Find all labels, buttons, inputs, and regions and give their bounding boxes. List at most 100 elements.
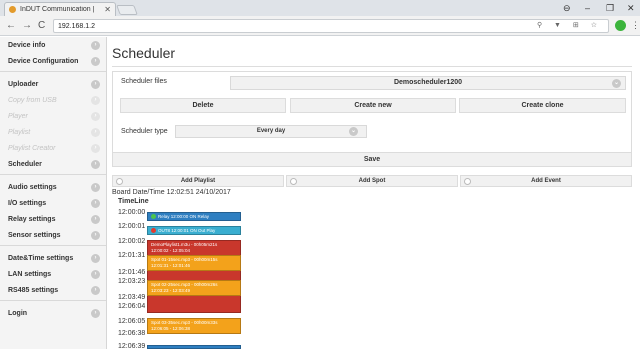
forward-button[interactable]: → — [22, 20, 32, 32]
timeline-time-label: 12:03:23 — [118, 278, 146, 285]
sidebar-item-label: LAN settings — [8, 271, 52, 278]
reload-button[interactable]: C — [38, 20, 45, 32]
timeline-time-label: 12:06:05 — [118, 318, 146, 325]
sidebar-item-date-time-settings[interactable]: Date&Time settings › — [0, 252, 106, 265]
add-playlist-button[interactable]: Add Playlist — [112, 175, 284, 187]
sidebar-item-label: Device info — [8, 42, 46, 49]
timeline-event-text: Spot 03-35sec.mp3 - 00h00m33s — [151, 320, 218, 325]
chevron-right-icon: › — [91, 199, 100, 208]
sidebar-divider — [0, 174, 106, 177]
sidebar-item-audio-settings[interactable]: Audio settings › — [0, 181, 106, 194]
sidebar-item-device-info[interactable]: Device info › — [0, 39, 106, 52]
timeline-time-label: 12:06:04 — [118, 303, 146, 310]
sidebar-item-label: Audio settings — [8, 184, 57, 191]
new-tab-button[interactable] — [116, 5, 138, 15]
add-spot-button[interactable]: Add Spot — [286, 175, 458, 187]
save-button[interactable]: Save — [112, 152, 632, 167]
sidebar-item-label: Playlist — [8, 129, 31, 136]
timeline-actions: Add Playlist Add Spot Add Event — [112, 175, 632, 187]
chevron-right-icon: › — [91, 144, 100, 153]
chevron-right-icon: › — [91, 286, 100, 295]
timeline-time-label: 12:01:31 — [118, 252, 146, 259]
add-spot-label: Add Spot — [358, 178, 386, 184]
browser-toolbar: ← → C ⚲ ▼ ⊞ ☆ ⋮ — [0, 16, 640, 36]
add-icon — [464, 178, 471, 185]
timeline-time-label: 12:00:00 — [118, 209, 146, 216]
timeline-time-label: 12:06:38 — [118, 330, 146, 337]
sidebar-item-label: Date&Time settings — [8, 255, 74, 262]
timeline-event[interactable]: Spot 03-35sec.mp3 - 00h00m33s 12:06:05 - … — [147, 318, 241, 334]
back-button[interactable]: ← — [6, 20, 16, 32]
sidebar-item-device-configuration[interactable]: Device Configuration › — [0, 55, 106, 68]
sidebar-item-player: Player › — [0, 110, 106, 123]
sidebar-item-relay-settings[interactable]: Relay settings › — [0, 213, 106, 226]
chevron-right-icon: › — [91, 270, 100, 279]
sidebar-item-label: Copy from USB — [8, 97, 57, 104]
chevron-right-icon: › — [91, 41, 100, 50]
timeline-event[interactable]: Spot 02-25sec.mp3 - 00h00m26s 12:03:23 - … — [147, 280, 241, 296]
close-window-button[interactable]: ✕ — [627, 2, 635, 14]
create-new-button[interactable]: Create new — [290, 98, 456, 113]
timeline-time-label: 12:01:46 — [118, 269, 146, 276]
sidebar-item-playlist-creator: Playlist Creator › — [0, 142, 106, 155]
chevron-right-icon: › — [91, 128, 100, 137]
delete-button[interactable]: Delete — [120, 98, 286, 113]
sidebar-item-label: Playlist Creator — [8, 145, 56, 152]
timeline-event[interactable]: OUT8 12:00:01 ON Out Play — [147, 226, 241, 235]
sidebar-item-i-o-settings[interactable]: I/O settings › — [0, 197, 106, 210]
timeline-time-label: 12:06:39 — [118, 343, 146, 349]
timeline-event[interactable] — [147, 345, 241, 349]
add-icon — [116, 178, 123, 185]
chevron-right-icon: › — [91, 96, 100, 105]
address-bar[interactable]: ⚲ ▼ ⊞ ☆ — [53, 19, 609, 33]
chevron-right-icon: › — [91, 231, 100, 240]
sidebar-item-lan-settings[interactable]: LAN settings › — [0, 268, 106, 281]
title-divider — [112, 66, 632, 67]
timeline-event-text: DemoPlaylist1.m3u - 00h05m21s — [151, 242, 218, 247]
sidebar-item-rs485-settings[interactable]: RS485 settings › — [0, 284, 106, 297]
board-datetime: Board Date/Time 12:02:51 24/10/2017 — [112, 189, 231, 196]
chevron-right-icon: › — [91, 254, 100, 263]
add-event-label: Add Event — [531, 178, 561, 184]
sidebar-item-login[interactable]: Login › — [0, 307, 106, 320]
timeline-event[interactable]: DemoPlaylist1.m3u - 00h05m21s 12:00:02 - … — [147, 240, 241, 313]
chevron-right-icon: › — [91, 160, 100, 169]
maximize-button[interactable]: ❐ — [606, 2, 614, 14]
sidebar-item-scheduler[interactable]: Scheduler › — [0, 158, 106, 171]
chevron-right-icon: › — [91, 112, 100, 121]
add-event-button[interactable]: Add Event — [460, 175, 632, 187]
timeline-event[interactable]: Spot 01-15sec.mp3 - 00h00m15s 12:01:31 - … — [147, 255, 241, 271]
timeline-event-text: Spot 01-15sec.mp3 - 00h00m15s — [151, 257, 218, 262]
add-icon — [290, 178, 297, 185]
profile-icon[interactable]: ⊖ — [563, 2, 571, 14]
sidebar-item-label: Relay settings — [8, 216, 56, 223]
sidebar-item-uploader[interactable]: Uploader › — [0, 78, 106, 91]
minimize-button[interactable]: – — [585, 2, 590, 14]
chevron-right-icon: › — [91, 183, 100, 192]
create-clone-button[interactable]: Create clone — [459, 98, 626, 113]
scheduler-type-value: Every day — [256, 128, 286, 134]
timeline-event-text: 12:03:23 - 12:03:49 — [151, 287, 191, 293]
chevron-right-icon: › — [91, 215, 100, 224]
browser-tab[interactable]: InDUT Communication | ✕ — [4, 2, 116, 16]
chevron-right-icon: › — [91, 57, 100, 66]
timeline-time-label: 12:00:01 — [118, 223, 146, 230]
timeline-time-label: 12:03:49 — [118, 294, 146, 301]
tab-title: InDUT Communication | — [20, 6, 95, 13]
url-input[interactable] — [58, 22, 358, 30]
scheduler-type-select[interactable]: Every day ⌄ — [175, 125, 367, 138]
extension-icon[interactable] — [615, 20, 626, 31]
main-content: Scheduler Scheduler files Demoscheduler1… — [108, 37, 640, 349]
sidebar-item-label: Scheduler — [8, 161, 42, 168]
menu-icon[interactable]: ⋮ — [631, 20, 640, 31]
address-bar-icons[interactable]: ⚲ ▼ ⊞ ☆ — [537, 21, 602, 29]
scheduler-file-select[interactable]: Demoscheduler1200 ⌄ — [230, 76, 626, 90]
sidebar-item-label: Sensor settings — [8, 232, 61, 239]
sidebar: Device info › Device Configuration › Uploade… — [0, 37, 107, 349]
sidebar-item-sensor-settings[interactable]: Sensor settings › — [0, 229, 106, 242]
timeline-event-text: Spot 02-25sec.mp3 - 00h00m26s — [151, 282, 218, 287]
tab-close-icon[interactable]: ✕ — [104, 5, 111, 14]
chevron-right-icon: › — [91, 309, 100, 318]
chevron-right-icon: › — [91, 80, 100, 89]
timeline-event[interactable]: Relay 12:00:00 ON Relay — [147, 212, 241, 221]
